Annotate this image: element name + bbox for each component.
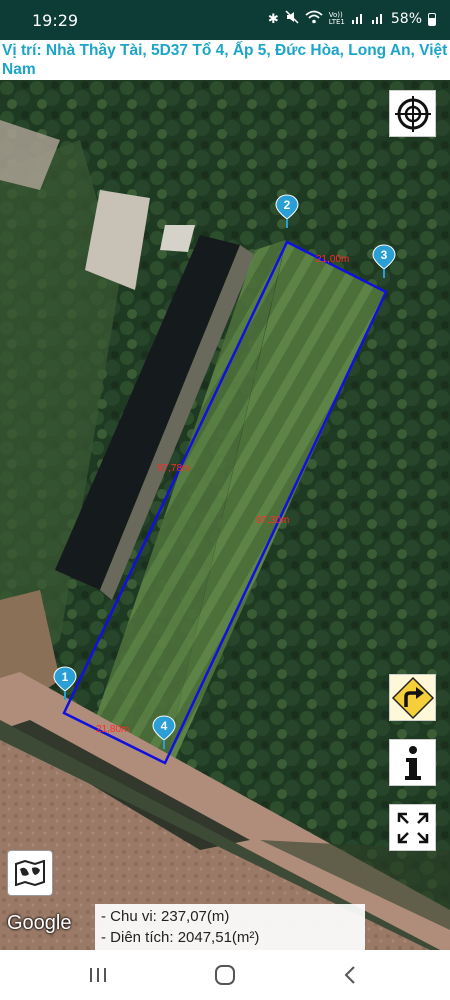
recent-apps-button[interactable] [68, 958, 128, 992]
marker-4[interactable]: 4 [152, 714, 176, 750]
marker-label: 2 [284, 198, 291, 212]
perimeter-text: - Chu vi: 237,07(m) [101, 908, 230, 925]
marker-label: 4 [161, 719, 168, 733]
turn-right-icon [391, 676, 434, 719]
map-type-button[interactable] [7, 850, 53, 896]
status-time: 19:29 [32, 11, 79, 30]
status-bar: 19:29 ✱ Vo)) LTE1 58% [0, 0, 450, 40]
area-text: - Diên tích: 2047,51(m²) [101, 929, 260, 946]
crosshair-icon [394, 95, 431, 132]
wifi-icon [305, 10, 323, 28]
marker-label: 1 [62, 670, 69, 684]
bluetooth-icon: ✱ [267, 11, 279, 27]
mute-icon [285, 10, 299, 28]
locate-button[interactable] [389, 90, 436, 137]
battery-icon [428, 12, 436, 26]
measurement-stats: - Chu vi: 237,07(m) - Diên tích: 2047,51… [95, 904, 365, 950]
marker-label: 3 [381, 248, 388, 262]
google-logo: Google [7, 912, 72, 934]
expand-icon [397, 812, 428, 843]
recent-apps-icon [90, 968, 106, 982]
directions-button[interactable] [389, 674, 436, 721]
map-icon [15, 860, 45, 886]
satellite-imagery[interactable] [0, 80, 450, 950]
signal-icon [351, 11, 365, 28]
battery-percent: 58% [390, 11, 422, 27]
home-icon [215, 965, 235, 985]
back-icon [344, 966, 355, 984]
volte-icon: Vo)) LTE1 [328, 11, 345, 26]
fullscreen-button[interactable] [389, 804, 436, 851]
status-icons: ✱ Vo)) LTE1 58% [268, 10, 436, 28]
navigation-bar [0, 950, 450, 1000]
signal-icon [371, 11, 385, 28]
location-banner: Vị trí: Nhà Thầy Tài, 5D37 Tổ 4, Ấp 5, Đ… [0, 40, 450, 80]
map-view[interactable]: 21,00m 97,78m 97,30m 21,80m 2 3 1 4 Goog… [0, 80, 450, 950]
marker-2[interactable]: 2 [275, 193, 299, 229]
back-button[interactable] [320, 958, 380, 992]
home-button[interactable] [195, 958, 255, 992]
marker-3[interactable]: 3 [372, 243, 396, 279]
marker-1[interactable]: 1 [53, 665, 77, 701]
info-button[interactable] [389, 739, 436, 786]
info-icon [404, 745, 421, 780]
